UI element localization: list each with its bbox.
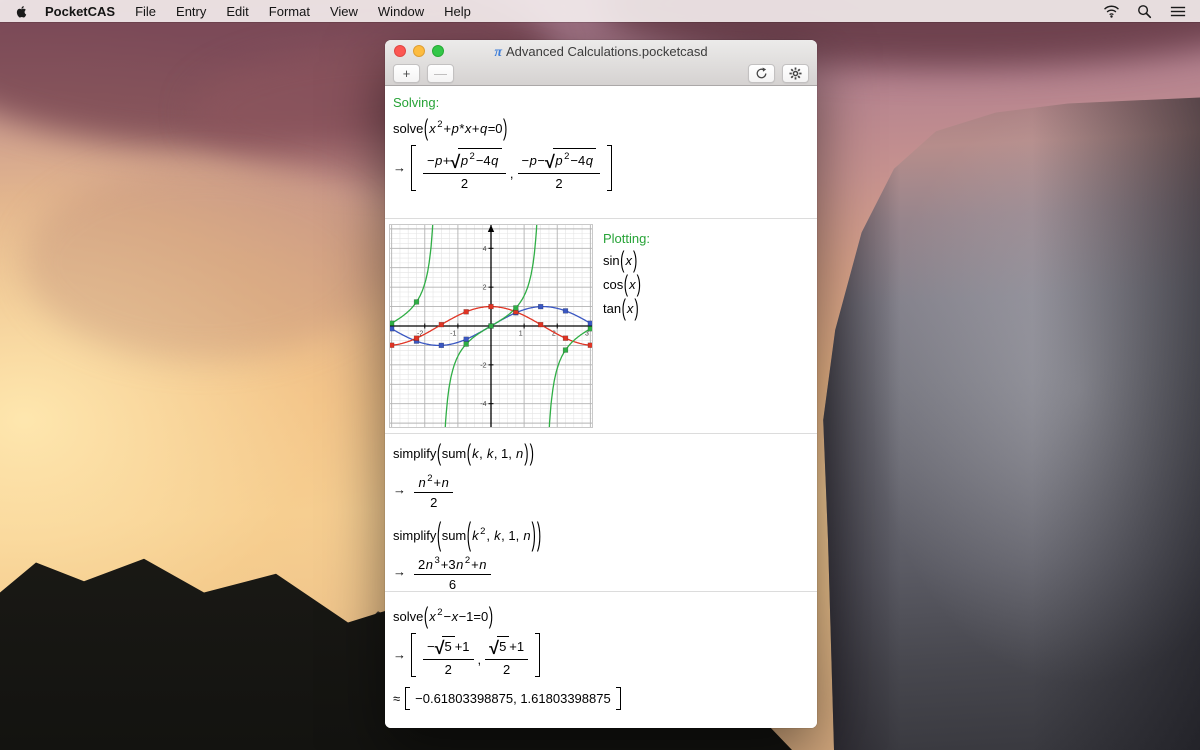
menu-file[interactable]: File bbox=[135, 4, 156, 19]
menu-entry[interactable]: Entry bbox=[176, 4, 206, 19]
plot-labels: Plotting: sin(x) cos(x) tan(x) bbox=[603, 224, 650, 428]
wallpaper-cloud bbox=[24, 165, 384, 360]
zoom-button[interactable] bbox=[432, 45, 444, 57]
settings-gear-button[interactable] bbox=[782, 64, 809, 83]
remove-entry-button[interactable]: — bbox=[427, 64, 454, 83]
approx-values: −0.61803398875, 1.61803398875 bbox=[414, 687, 612, 710]
sum-fraction: n2+n 2 bbox=[414, 470, 453, 510]
sum-squares-fraction: 2n3+3n2+n 6 bbox=[414, 552, 491, 592]
svg-text:-1: -1 bbox=[450, 331, 456, 338]
notification-center-icon[interactable] bbox=[1169, 3, 1186, 19]
close-button[interactable] bbox=[394, 45, 406, 57]
svg-text:-3: -3 bbox=[389, 331, 390, 338]
svg-text:-2: -2 bbox=[480, 362, 486, 369]
search-icon[interactable] bbox=[1136, 3, 1153, 19]
tan-entry[interactable]: tan(x) bbox=[603, 301, 650, 316]
menu-format[interactable]: Format bbox=[269, 4, 310, 19]
root2-fraction: −p−√p2−4q 2 bbox=[518, 145, 601, 191]
plotting-section: -3-2-1123-4-224 Plotting: sin(x) cos(x) … bbox=[385, 219, 817, 434]
right-bracket bbox=[607, 145, 612, 191]
solve-quadratic-entry[interactable]: solve(x2+p*x+q=0) bbox=[393, 119, 809, 136]
solving-section: Solving: solve(x2+p*x+q=0) → −p+√p2−4q 2… bbox=[385, 86, 817, 219]
window-header: πAdvanced Calculations.pocketcasd + — bbox=[385, 40, 817, 86]
menu-help[interactable]: Help bbox=[444, 4, 471, 19]
left-bracket bbox=[411, 633, 416, 677]
pocketcas-window: πAdvanced Calculations.pocketcasd + — So… bbox=[385, 40, 817, 728]
apple-menu-icon[interactable] bbox=[14, 4, 29, 19]
right-bracket bbox=[616, 687, 621, 710]
wifi-icon[interactable] bbox=[1103, 3, 1120, 19]
golden-root2-fraction: √5+1 2 bbox=[485, 633, 528, 677]
solving-label: Solving: bbox=[393, 95, 809, 110]
solve-approx-result[interactable]: ≈ −0.61803398875, 1.61803398875 bbox=[393, 687, 621, 710]
plot-svg[interactable]: -3-2-1123-4-224 bbox=[389, 224, 593, 428]
approx-sign: ≈ bbox=[393, 691, 400, 706]
solve-exact-result[interactable]: → −√5+1 2 , √5+1 2 bbox=[393, 633, 540, 677]
simplify-sum-squares-entry[interactable]: simplify(sum(k2, k, 1, n)) bbox=[393, 526, 809, 543]
svg-text:1: 1 bbox=[519, 331, 523, 338]
left-bracket bbox=[411, 145, 416, 191]
toolbar: + — bbox=[385, 61, 817, 85]
menu-view[interactable]: View bbox=[330, 4, 358, 19]
simplify-sum-squares-result[interactable]: → 2n3+3n2+n 6 bbox=[393, 552, 494, 592]
menu-bar: PocketCAS File Entry Edit Format View Wi… bbox=[0, 0, 1200, 22]
app-menu[interactable]: PocketCAS bbox=[45, 4, 115, 19]
simplify-sum-entry[interactable]: simplify(sum(k, k, 1, n)) bbox=[393, 446, 809, 461]
solve-quadratic-result[interactable]: → −p+√p2−4q 2 , −p−√p2−4q 2 bbox=[393, 145, 612, 191]
title-bar[interactable]: πAdvanced Calculations.pocketcasd bbox=[385, 40, 817, 61]
minimize-button[interactable] bbox=[413, 45, 425, 57]
root1-fraction: −p+√p2−4q 2 bbox=[423, 145, 506, 191]
result-arrow: → bbox=[393, 564, 406, 579]
sin-entry[interactable]: sin(x) bbox=[603, 253, 650, 268]
svg-text:4: 4 bbox=[483, 246, 487, 253]
solve-entry[interactable]: solve(x2−x−1=0) bbox=[393, 607, 809, 624]
left-bracket bbox=[405, 687, 410, 710]
refresh-button[interactable] bbox=[748, 64, 775, 83]
simplify-section: simplify(sum(k, k, 1, n)) → n2+n 2 simpl… bbox=[385, 434, 817, 592]
menu-edit[interactable]: Edit bbox=[226, 4, 248, 19]
result-arrow: → bbox=[393, 160, 406, 175]
svg-text:-4: -4 bbox=[480, 401, 486, 408]
result-arrow: → bbox=[393, 482, 406, 497]
svg-text:2: 2 bbox=[483, 285, 487, 292]
add-entry-button[interactable]: + bbox=[393, 64, 420, 83]
window-title: πAdvanced Calculations.pocketcasd bbox=[385, 40, 817, 61]
simplify-sum-result[interactable]: → n2+n 2 bbox=[393, 470, 456, 510]
result-arrow: → bbox=[393, 647, 406, 662]
pi-document-icon: π bbox=[494, 45, 502, 60]
golden-root1-fraction: −√5+1 2 bbox=[423, 633, 474, 677]
right-bracket bbox=[535, 633, 540, 677]
menu-window[interactable]: Window bbox=[378, 4, 424, 19]
solve-section: solve(x2−x−1=0) → −√5+1 2 , √5+1 2 ≈ bbox=[385, 592, 817, 720]
plotting-label: Plotting: bbox=[603, 231, 650, 246]
document-content: Solving: solve(x2+p*x+q=0) → −p+√p2−4q 2… bbox=[385, 86, 817, 728]
cos-entry[interactable]: cos(x) bbox=[603, 277, 650, 292]
